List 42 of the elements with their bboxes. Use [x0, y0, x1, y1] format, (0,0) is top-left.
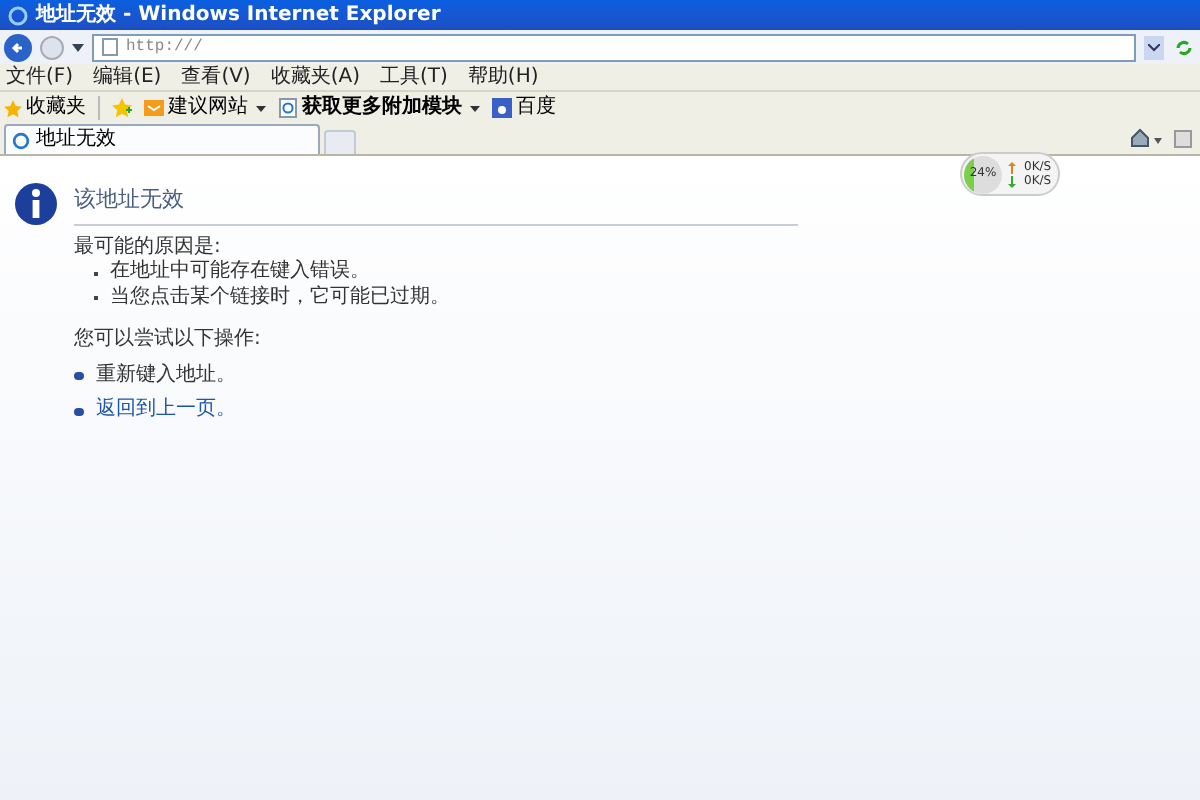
info-icon — [14, 180, 58, 228]
star-icon — [4, 99, 22, 117]
address-field[interactable]: http:/// — [92, 33, 1136, 61]
menu-item[interactable]: 收藏夹(A) — [270, 67, 360, 87]
address-text: http:/// — [126, 35, 203, 59]
menu-item[interactable]: 帮助(H) — [467, 67, 539, 87]
envelope-icon — [144, 98, 164, 118]
page-icon — [278, 98, 298, 118]
favorite-link[interactable]: 建议网站 — [144, 98, 266, 118]
favorite-link[interactable]: 获取更多附加模块 — [278, 98, 480, 118]
caret-icon — [470, 105, 480, 111]
arrow-icon — [10, 39, 26, 55]
globe-icon — [12, 131, 30, 149]
caret-icon — [256, 105, 266, 111]
menu-item[interactable]: 编辑(E) — [93, 67, 162, 87]
action-text: 重新键入地址。 — [96, 363, 236, 389]
favorite-link[interactable]: 百度 — [492, 98, 556, 118]
refresh-button[interactable] — [1172, 35, 1196, 59]
bullet-icon — [74, 372, 84, 380]
dropdown-button[interactable] — [1144, 35, 1164, 59]
cause-text: 在地址中可能存在键入错误。 — [110, 260, 370, 285]
browser-logo-icon — [8, 5, 28, 25]
actions-label: 您可以尝试以下操作: — [74, 328, 263, 354]
bullet-icon — [74, 407, 84, 415]
caret-icon[interactable] — [1154, 138, 1162, 144]
chevron-icon — [1148, 43, 1160, 51]
caret-icon[interactable] — [72, 43, 84, 51]
back-button[interactable] — [4, 33, 32, 61]
back-link[interactable]: 返回到上一页。 — [96, 398, 236, 424]
menu-item[interactable]: 文件(F) — [6, 67, 74, 87]
favorites-button[interactable]: 收藏夹 — [4, 98, 86, 118]
page-icon — [102, 38, 118, 56]
cause-text: 当您点击某个链接时，它可能已过期。 — [110, 285, 450, 311]
menu-item[interactable]: 工具(T) — [380, 67, 448, 87]
home-icon[interactable] — [1130, 128, 1150, 148]
menu-item[interactable]: 查看(V) — [181, 67, 251, 87]
tab[interactable]: 地址无效 — [4, 124, 320, 154]
add-favorite-icon[interactable] — [112, 98, 132, 118]
causes-label: 最可能的原因是: — [74, 235, 223, 259]
refresh-icon — [1174, 37, 1194, 57]
error-heading: 该地址无效 — [74, 180, 798, 226]
window-title: 地址无效 - Windows Internet Explorer — [36, 5, 441, 25]
